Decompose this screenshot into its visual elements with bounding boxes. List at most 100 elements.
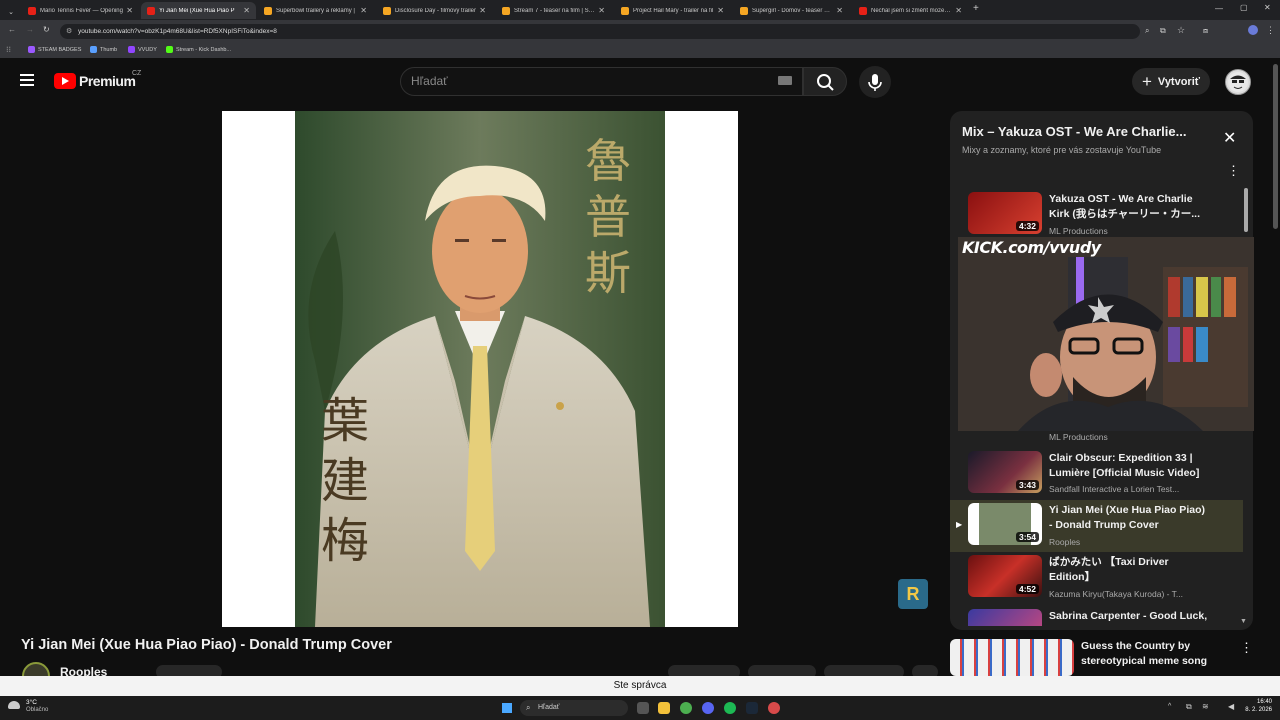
voice-search-button[interactable] [859, 66, 891, 98]
taskbar-search[interactable]: ⌕ Hľadať [520, 700, 628, 716]
reload-icon[interactable]: ↻ [43, 25, 50, 34]
video-thumbnail[interactable]: 3:54 [968, 503, 1042, 545]
maximize-button[interactable]: ▢ [1240, 3, 1248, 12]
close-icon[interactable]: ✕ [717, 6, 724, 15]
close-icon[interactable]: ✕ [1223, 128, 1236, 148]
close-icon[interactable]: ✕ [479, 6, 486, 15]
tab-yi-jian-mei[interactable]: Yi Jian Mei (Xue Hua Piao P ✕ [141, 2, 256, 19]
apps-icon[interactable]: ⁝⁝ [6, 45, 11, 54]
scroll-down-icon[interactable]: ▼ [1240, 618, 1247, 625]
bookmark-icon [28, 46, 35, 53]
region-code: CZ [132, 70, 142, 77]
tab-supergirl[interactable]: Supergirl - Domov - teaser na fi ✕ [734, 2, 849, 19]
tab-disclosure-day[interactable]: Disclosure Day - filmový trailer ✕ [377, 2, 492, 19]
site-favicon-icon [502, 6, 510, 15]
bookmarks-bar: ⁝⁝ STEAM BADGES Thumb VVUDY Stream - Kic… [0, 42, 1280, 58]
playlist-item[interactable]: 3:43 Clair Obscur: Expedition 33 | Lumiè… [950, 448, 1243, 500]
tab-mozek[interactable]: Nechal jsem si změřit mozek na ✕ [853, 2, 968, 19]
youtube-logo-icon[interactable] [54, 73, 76, 89]
tray-chevron-icon[interactable]: ^ [1168, 703, 1171, 710]
tab-search-button[interactable]: ⌄ [4, 3, 18, 20]
video-thumbnail[interactable]: 3:43 [968, 451, 1042, 493]
admin-notice-bar: Ste správca [0, 676, 1280, 696]
tab-mario-tennis[interactable]: Mario Tennis Fever — Opening ✕ [22, 2, 139, 19]
wifi-icon[interactable]: ≋ [1202, 702, 1209, 711]
file-explorer-icon[interactable] [658, 702, 670, 714]
streamer-webcam-icon [958, 237, 1254, 431]
tray-icon[interactable]: ⧉ [1186, 702, 1192, 712]
playlist-item[interactable]: Sabrina Carpenter - Good Luck, [950, 606, 1243, 626]
back-icon[interactable]: ← [8, 25, 16, 34]
playlist-menu-icon[interactable]: ⋮ [1227, 163, 1240, 179]
recommended-title[interactable]: Guess the Country by stereotypical meme … [1081, 639, 1231, 669]
close-icon[interactable]: ✕ [126, 6, 133, 15]
kick-channel-url: KICK.com/vvudy [962, 238, 1101, 257]
keyboard-icon[interactable] [778, 76, 792, 85]
video-frame[interactable]: 魯 普 斯 葉 建 梅 [295, 111, 665, 627]
new-tab-button[interactable]: + [973, 3, 979, 14]
spotify-icon[interactable] [724, 702, 736, 714]
channel-watermark-icon[interactable]: R [898, 579, 928, 609]
weather-cloud-icon[interactable] [8, 701, 20, 709]
tab-superbowl[interactable]: Superbowl trailery a reklamy | ✕ [258, 2, 373, 19]
logo-text[interactable]: Premium [79, 73, 136, 89]
bookmark-star-icon[interactable]: ☆ [1177, 25, 1185, 36]
playlist-title[interactable]: Mix – Yakuza OST - We Are Charlie... [962, 124, 1202, 139]
bookmark-icon [166, 46, 173, 53]
url-field[interactable]: ⚙ youtube.com/watch?v=obzK1p4m68U&list=R… [60, 24, 1140, 39]
search-icon[interactable]: ⌕ [1145, 26, 1149, 36]
microphone-icon [868, 74, 882, 91]
close-icon[interactable]: ✕ [598, 6, 605, 15]
video-thumbnail[interactable]: 4:52 [968, 555, 1042, 597]
tab-project-hail-mary[interactable]: Project Hail Mary - trailer na fil ✕ [615, 2, 730, 19]
search-input[interactable]: Hľadať [400, 67, 803, 96]
page-scrollbar[interactable] [1273, 64, 1278, 229]
chrome-icon[interactable] [680, 702, 692, 714]
playlist-item[interactable]: 4:32 Yakuza OST - We Are Charlie Kirk (我… [950, 189, 1243, 241]
bookmark-kick-dashboard[interactable]: Stream - Kick Dashb... [166, 46, 231, 53]
weather-desc: Oblačno [26, 707, 49, 713]
install-icon[interactable]: ⧉ [1160, 26, 1166, 36]
profile-icon[interactable] [1248, 25, 1258, 35]
tab-stream-7[interactable]: Stream 7 - teaser na film | Sect ✕ [496, 2, 611, 19]
close-icon[interactable]: ✕ [360, 6, 367, 15]
close-icon[interactable]: ✕ [243, 6, 250, 15]
youtube-favicon-icon [147, 6, 155, 15]
steam-icon[interactable] [746, 702, 758, 714]
forward-icon[interactable]: → [26, 25, 34, 34]
obs-icon[interactable] [768, 702, 780, 714]
plus-icon: + [1141, 71, 1152, 91]
search-icon: ⌕ [526, 703, 531, 712]
video-thumbnail[interactable]: 4:32 [968, 192, 1042, 234]
bookmark-vvudy[interactable]: VVUDY [128, 46, 157, 53]
avatar[interactable] [1225, 69, 1251, 95]
clock-time[interactable]: 16:40 [1250, 699, 1272, 705]
video-thumbnail[interactable] [968, 609, 1042, 626]
bookmark-steam-badges[interactable]: STEAM BADGES [28, 46, 81, 53]
bookmark-thumb[interactable]: Thumb [90, 46, 117, 53]
clock-date[interactable]: 8. 2. 2026 [1238, 707, 1272, 713]
playlist-item-current[interactable]: ▶ 3:54 Yi Jian Mei (Xue Hua Piao Piao) -… [950, 500, 1243, 552]
create-button[interactable]: + Vytvoriť [1132, 68, 1210, 95]
site-favicon-icon [383, 6, 391, 15]
discord-icon[interactable] [702, 702, 714, 714]
more-options-icon[interactable]: ⋮ [1240, 640, 1253, 656]
close-window-button[interactable]: ✕ [1264, 3, 1271, 12]
playlist-item[interactable]: ML Productions [950, 430, 1243, 444]
search-button[interactable] [803, 67, 847, 96]
playlist-item[interactable]: 4:52 ばかみたい 【Taxi Driver Edition】 Kazuma … [950, 552, 1243, 604]
close-icon[interactable]: ✕ [836, 6, 843, 15]
extensions-icon[interactable]: ⧈ [1203, 26, 1208, 36]
site-info-icon[interactable]: ⚙ [66, 24, 72, 39]
hamburger-menu-icon[interactable] [20, 74, 34, 86]
task-view-icon[interactable] [637, 702, 649, 714]
video-thumbnail[interactable] [950, 639, 1074, 676]
menu-icon[interactable]: ⋮ [1266, 25, 1275, 36]
playlist-scrollbar[interactable] [1244, 188, 1248, 232]
avatar-face-icon [1228, 72, 1248, 92]
bookmark-icon [128, 46, 135, 53]
volume-icon[interactable]: ◀ [1228, 702, 1234, 711]
minimize-button[interactable]: — [1215, 4, 1223, 13]
windows-start-icon[interactable] [502, 703, 512, 713]
close-icon[interactable]: ✕ [955, 6, 962, 15]
